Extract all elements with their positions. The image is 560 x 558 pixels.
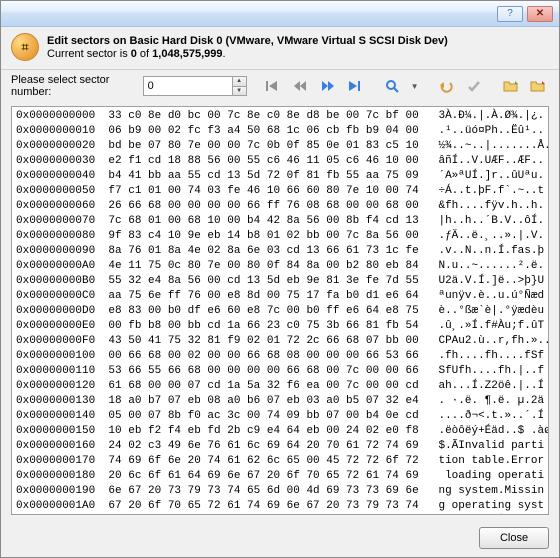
titlebar: ? ✕: [1, 1, 559, 27]
header-strip: ⌗ Edit sectors on Basic Hard Disk 0 (VMw…: [1, 27, 559, 70]
footer: Close: [1, 521, 559, 557]
sector-spinner[interactable]: ▲ ▼: [233, 76, 247, 96]
sector-number-input[interactable]: 0: [143, 76, 233, 96]
prev-icon: [292, 79, 308, 93]
spinner-down-icon[interactable]: ▼: [233, 87, 246, 96]
last-sector-button[interactable]: [345, 75, 366, 97]
apply-button[interactable]: [463, 75, 484, 97]
disk-sector-icon: ⌗: [11, 33, 39, 61]
first-icon: [265, 79, 281, 93]
folder-save-icon: [529, 78, 547, 94]
undo-button[interactable]: [436, 75, 457, 97]
dialog-title: Edit sectors on Basic Hard Disk 0 (VMwar…: [47, 35, 448, 47]
dialog-subtitle: Current sector is 0 of 1,048,575,999.: [47, 48, 448, 60]
undo-icon: [438, 79, 454, 93]
folder-open-icon: [502, 78, 520, 94]
toolbar: Please select sector number: 0 ▲ ▼ ▼: [1, 70, 559, 104]
search-dropdown-button[interactable]: ▼: [409, 75, 420, 97]
subtitle-suffix: .: [223, 48, 226, 60]
spinner-up-icon[interactable]: ▲: [233, 77, 246, 87]
close-button[interactable]: Close: [479, 527, 549, 549]
header-text: Edit sectors on Basic Hard Disk 0 (VMwar…: [47, 35, 448, 60]
hex-editor-panel[interactable]: 0x0000000000 33 c0 8e d0 bc 00 7c 8e c0 …: [11, 106, 549, 515]
sector-select-label: Please select sector number:: [11, 74, 137, 98]
subtitle-prefix: Current sector is: [47, 48, 131, 60]
last-icon: [347, 79, 363, 93]
prev-sector-button[interactable]: [290, 75, 311, 97]
first-sector-button[interactable]: [262, 75, 283, 97]
titlebar-close-button[interactable]: ✕: [527, 6, 553, 22]
subtitle-mid: of: [137, 48, 152, 60]
open-file-button[interactable]: [500, 75, 521, 97]
next-sector-button[interactable]: [317, 75, 338, 97]
save-file-button[interactable]: [528, 75, 549, 97]
subtitle-total: 1,048,575,999: [152, 48, 222, 60]
checkmark-icon: [466, 79, 482, 93]
chevron-down-icon: ▼: [411, 82, 419, 91]
next-icon: [320, 79, 336, 93]
search-icon: [384, 78, 400, 94]
search-button[interactable]: [382, 75, 403, 97]
dialog-window: ? ✕ ⌗ Edit sectors on Basic Hard Disk 0 …: [0, 0, 560, 558]
titlebar-help-button[interactable]: ?: [497, 6, 523, 22]
